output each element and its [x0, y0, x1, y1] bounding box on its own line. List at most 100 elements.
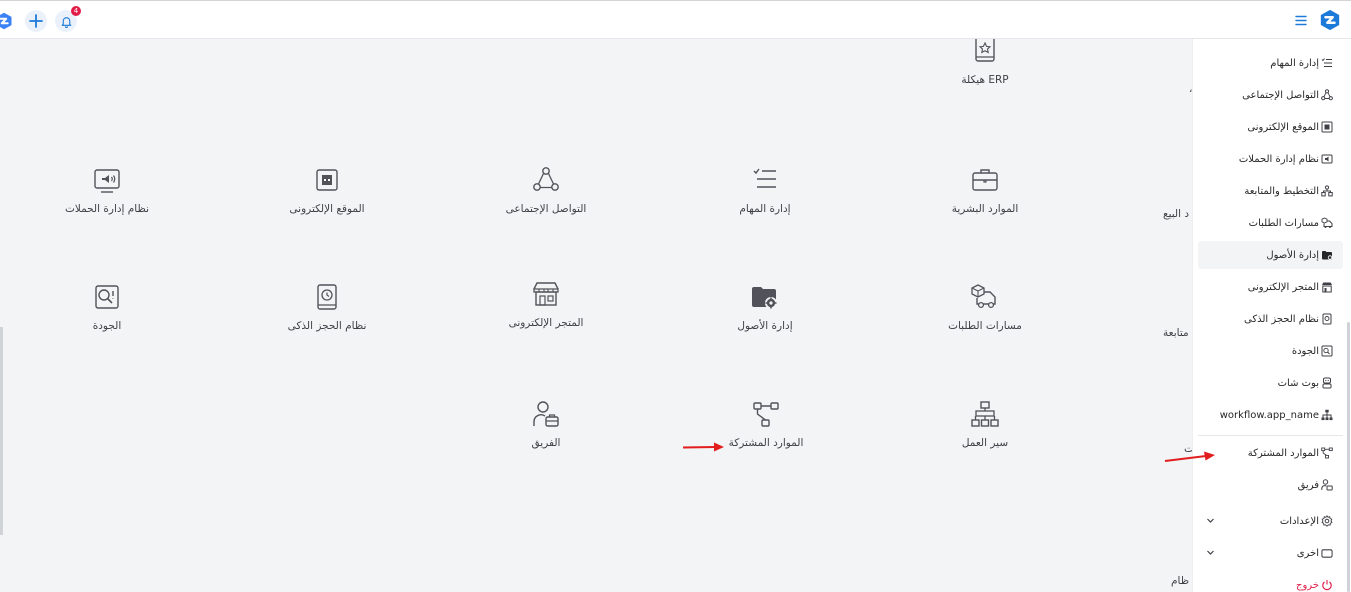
tasks-icon — [750, 165, 780, 195]
sidebar-item-workflow[interactable]: workflow.app_name — [1198, 401, 1343, 429]
sidebar-scrollbar[interactable] — [1347, 322, 1350, 592]
app-tile-label: الفريق — [531, 437, 561, 449]
sidebar-item-shared-resources[interactable]: الموارد المشتركة — [1198, 439, 1343, 467]
app-tile-delivery[interactable]: مسارات الطلبات — [905, 282, 1065, 332]
sidebar-item-campaigns[interactable]: نظام إدارة الحملات — [1198, 145, 1343, 173]
app-tile-campaigns[interactable]: نظام إدارة الحملات — [27, 165, 187, 215]
app-tile-label: المتجر الإلكترونى — [508, 317, 584, 329]
planning-icon — [1321, 185, 1333, 197]
tasks-icon — [1321, 57, 1333, 69]
delivery-icon — [1321, 217, 1333, 229]
notifications-badge: 4 — [71, 6, 81, 16]
sidebar-item-label: workflow.app_name — [1219, 409, 1319, 421]
sidebar-item-planning[interactable]: التخطيط والمتابعة — [1198, 177, 1343, 205]
app-tile-label: الموارد المشتركة — [728, 437, 804, 449]
shared-icon — [1321, 447, 1333, 459]
gear-icon — [1321, 515, 1333, 527]
sidebar-item-label: نظام الحجز الذكى — [1243, 313, 1319, 325]
app-tile-label: سير العمل — [961, 437, 1009, 449]
store-icon — [531, 279, 561, 309]
sidebar-item-label: المتجر الإلكترونى — [1247, 281, 1319, 293]
app-tile-label: الجودة — [92, 320, 122, 332]
sidebar-item-store[interactable]: المتجر الإلكترونى — [1198, 273, 1343, 301]
sidebar-item-label: فريق — [1297, 479, 1319, 491]
briefcase-icon — [970, 165, 1000, 195]
app-tile-label-partial: ظام — [1171, 575, 1190, 587]
app-tile-social[interactable]: التواصل الإجتماعى — [466, 165, 626, 215]
add-button[interactable] — [25, 10, 47, 32]
app-tile-assets[interactable]: إدارة الأصول — [685, 282, 845, 332]
sidebar-item-team[interactable]: فريق — [1198, 471, 1343, 499]
app-tile-label: نظام إدارة الحملات — [64, 203, 150, 215]
app-tile-booking[interactable]: نظام الحجز الذكى — [247, 282, 407, 332]
sidebar-item-label: مسارات الطلبات — [1248, 217, 1319, 229]
sidebar-item-logout[interactable]: خروج — [1198, 571, 1343, 592]
sidebar-item-social[interactable]: التواصل الإجتماعى — [1198, 81, 1343, 109]
app-tile-label: مسارات الطلبات — [948, 320, 1022, 332]
booking-icon — [312, 282, 342, 312]
sidebar-item-tasks[interactable]: إدارة المهام — [1198, 49, 1343, 77]
sidebar-item-label: الإعدادات — [1279, 515, 1319, 527]
store-icon — [1321, 281, 1333, 293]
sidebar-item-label: التخطيط والمتابعة — [1244, 185, 1319, 197]
sidebar-item-label: بوت شات — [1277, 377, 1319, 389]
assets-icon — [750, 282, 780, 312]
sidebar-item-settings[interactable]: الإعدادات — [1198, 507, 1343, 535]
app-tile-label: هيكلة ERP — [961, 74, 1009, 86]
app-logo-icon[interactable] — [1318, 8, 1342, 32]
workflow-icon — [1321, 409, 1333, 421]
power-icon — [1321, 579, 1333, 591]
chevron-down-icon[interactable] — [1206, 516, 1215, 525]
top-bar: 4 — [0, 0, 1351, 39]
app-tile-label: التواصل الإجتماعى — [505, 203, 587, 215]
app-tile-label: الموقع الإلكترونى — [289, 203, 365, 215]
app-tile-workflow[interactable]: سير العمل — [905, 399, 1065, 449]
sidebar-item-label: الموقع الإلكترونى — [1247, 121, 1319, 133]
sidebar-item-delivery[interactable]: مسارات الطلبات — [1198, 209, 1343, 237]
sidebar-item-label: الموارد المشتركة — [1247, 447, 1319, 459]
brand-logo-icon[interactable] — [0, 11, 14, 31]
app-tile-tasks[interactable]: إدارة المهام — [685, 165, 845, 215]
booking-icon — [1321, 313, 1333, 325]
social-icon — [531, 165, 561, 195]
sidebar-divider — [1198, 435, 1343, 436]
social-icon — [1321, 89, 1333, 101]
sidebar-item-quality[interactable]: الجودة — [1198, 337, 1343, 365]
megaphone-icon — [1321, 153, 1333, 165]
sidebar-item-label: نظام إدارة الحملات — [1238, 153, 1319, 165]
workflow-icon — [970, 399, 1000, 429]
menu-icon[interactable] — [1294, 13, 1308, 27]
left-scrollbar[interactable] — [0, 327, 3, 535]
sidebar-item-label: خروج — [1296, 579, 1319, 591]
app-tile-quality[interactable]: الجودة — [27, 282, 187, 332]
sidebar-item-other[interactable]: اخرى — [1198, 539, 1343, 567]
app-tile-label-partial: متابعة — [1163, 327, 1189, 339]
sidebar-item-chatbot[interactable]: بوت شات — [1198, 369, 1343, 397]
star-book-icon — [970, 39, 1000, 65]
annotation-arrow — [1164, 451, 1215, 462]
delivery-icon — [970, 282, 1000, 312]
app-tile-store[interactable]: المتجر الإلكترونى — [466, 279, 626, 329]
sidebar-item-booking[interactable]: نظام الحجز الذكى — [1198, 305, 1343, 333]
app-tile-label-partial: د البيع — [1163, 208, 1190, 220]
app-tile-team[interactable]: الفريق — [466, 399, 626, 449]
sidebar-item-label: اخرى — [1296, 547, 1319, 559]
shared-icon — [751, 399, 781, 429]
app-tile-erp[interactable]: هيكلة ERP — [905, 39, 1065, 86]
chevron-down-icon[interactable] — [1206, 548, 1215, 557]
sidebar-item-label: الجودة — [1291, 345, 1319, 357]
quality-icon — [92, 282, 122, 312]
apps-grid: هيكلة ERP نظام إدارة الحملات الموقع الإل… — [0, 39, 1192, 592]
app-tile-label: إدارة المهام — [739, 203, 791, 215]
sidebar-item-assets[interactable]: إدارة الأصول — [1198, 241, 1343, 269]
monitor-icon — [1321, 547, 1333, 559]
website-icon — [1321, 121, 1333, 133]
sidebar-item-website[interactable]: الموقع الإلكترونى — [1198, 113, 1343, 141]
notifications-button[interactable]: 4 — [55, 6, 81, 32]
app-tile-website[interactable]: الموقع الإلكترونى — [247, 165, 407, 215]
team-icon — [531, 399, 561, 429]
team-icon — [1321, 479, 1333, 491]
app-tile-label: نظام الحجز الذكى — [287, 320, 367, 332]
app-tile-label: الموارد البشرية — [951, 203, 1019, 215]
app-tile-hr[interactable]: الموارد البشرية — [905, 165, 1065, 215]
